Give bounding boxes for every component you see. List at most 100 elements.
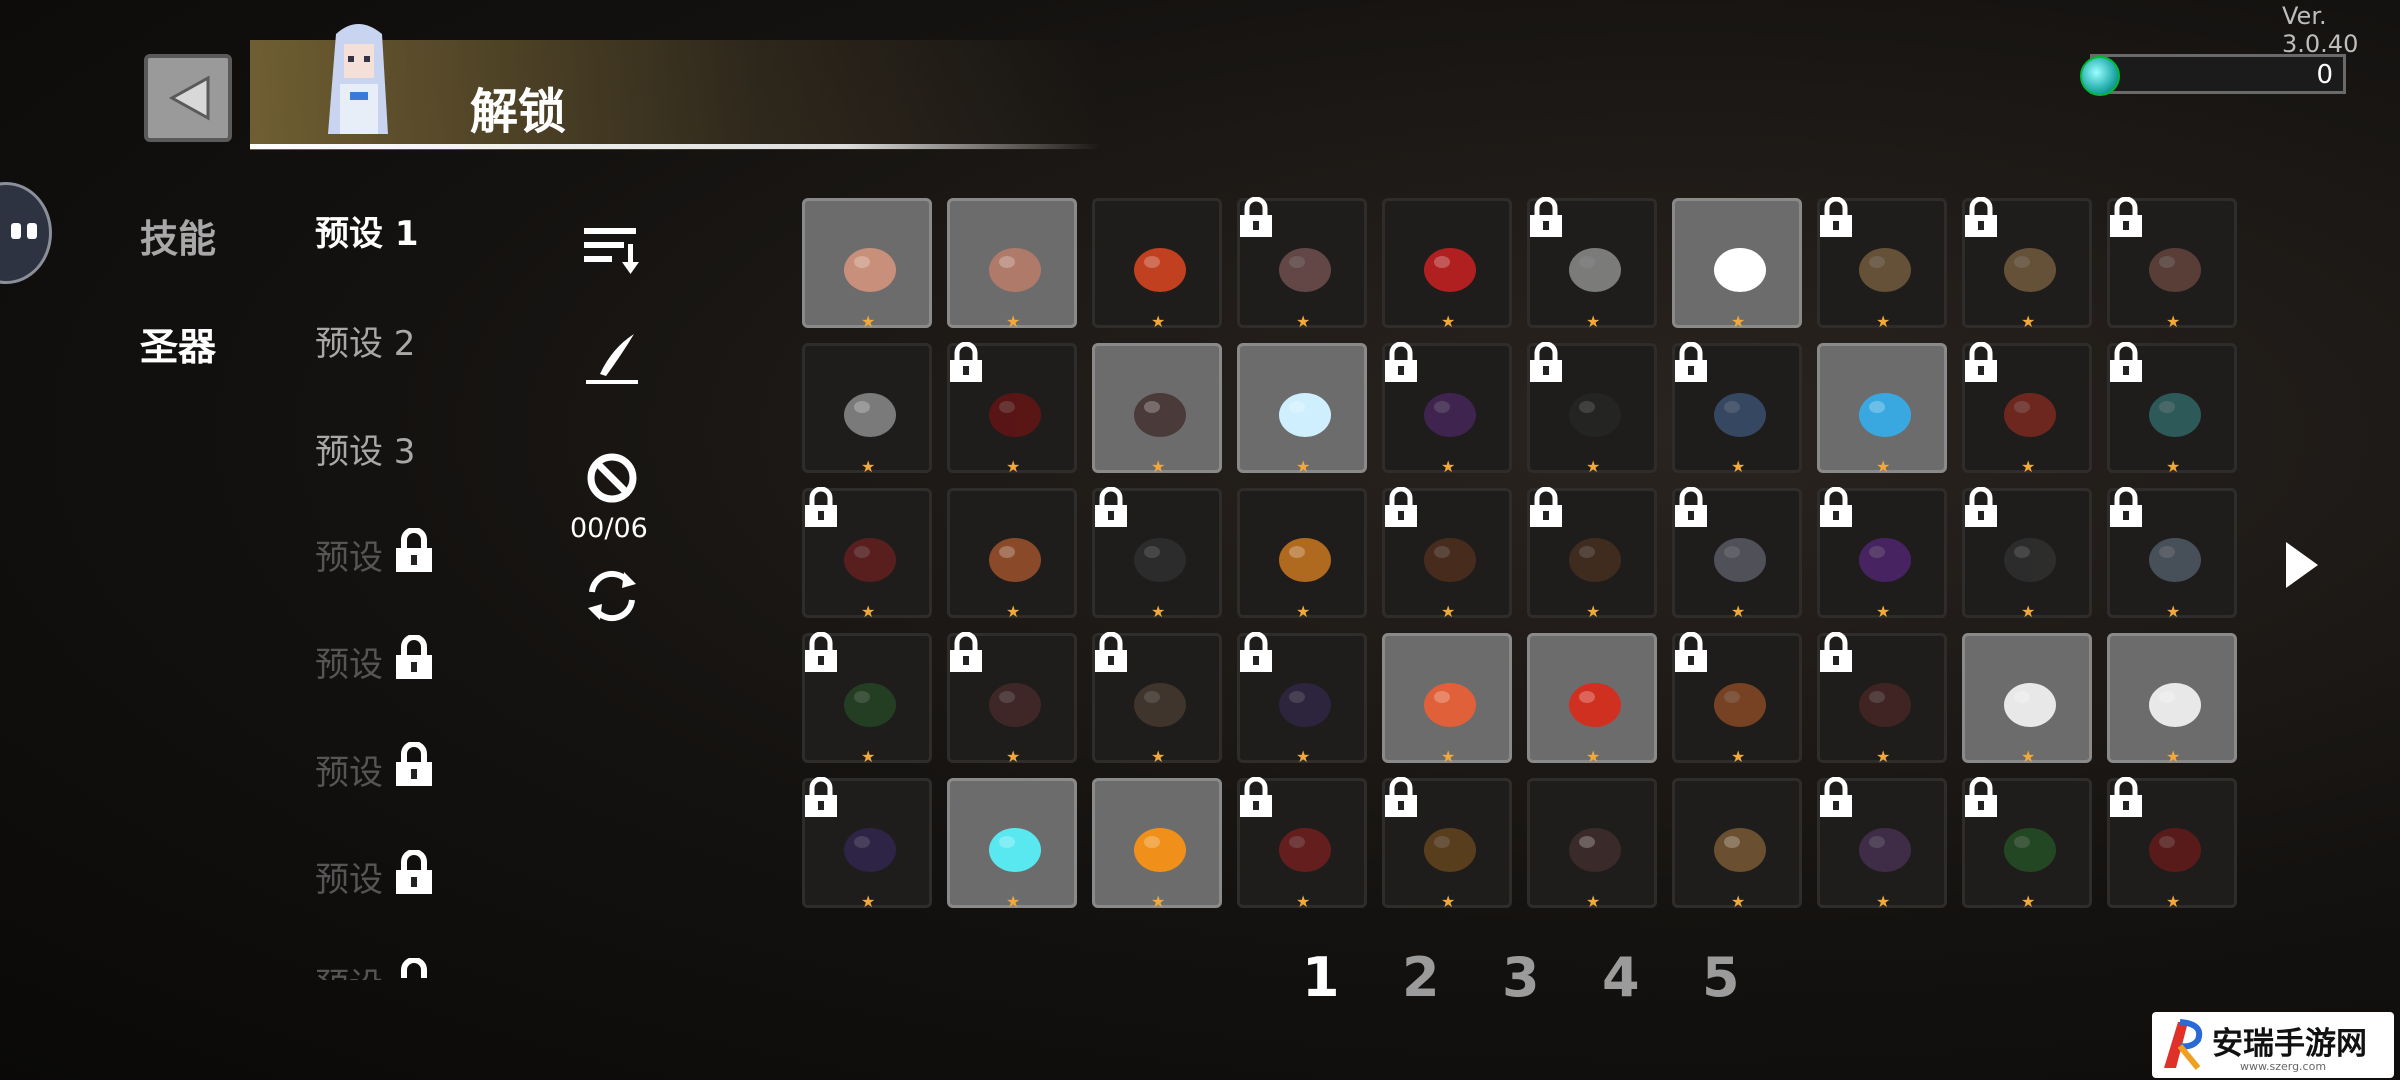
artifact-slot[interactable]: ★ — [1237, 343, 1367, 476]
artifact-slot[interactable]: ★ — [1962, 633, 2092, 766]
artifact-slot[interactable]: ★ — [1527, 633, 1657, 766]
artifact-slot[interactable]: ★ — [1962, 487, 2092, 621]
artifact-slot[interactable]: ★ — [947, 342, 1077, 476]
star-icon: ★ — [1441, 312, 1456, 331]
artifact-slot[interactable]: ★ — [1817, 777, 1947, 911]
artifact-slot[interactable]: ★ — [1527, 778, 1657, 911]
artifact-slot[interactable]: ★ — [1237, 197, 1367, 331]
tab-artifacts[interactable]: 圣器 — [140, 316, 216, 371]
artifact-slot[interactable]: ★ — [947, 632, 1077, 766]
artifact-slot[interactable]: ★ — [2107, 633, 2237, 766]
artifact-slot[interactable]: ★ — [947, 778, 1077, 911]
artifact-slot[interactable]: ★ — [1962, 342, 2092, 476]
artifact-slot[interactable]: ★ — [1092, 343, 1222, 476]
back-button[interactable] — [144, 54, 232, 142]
red-scarf-icon — [844, 538, 896, 582]
artifact-slot[interactable]: ★ — [2107, 487, 2237, 621]
star-icon: ★ — [1006, 747, 1021, 766]
page-2[interactable]: 2 — [1402, 946, 1440, 1009]
artifact-slot[interactable]: ★ — [1382, 342, 1512, 476]
artifact-slot[interactable]: ★ — [1962, 777, 2092, 911]
no-icon[interactable] — [586, 452, 638, 504]
artifact-slot[interactable]: ★ — [1382, 487, 1512, 621]
book-icon — [2004, 538, 2056, 582]
star-icon: ★ — [1876, 602, 1891, 621]
page-3[interactable]: 3 — [1502, 946, 1540, 1009]
star-icon: ★ — [1586, 747, 1601, 766]
star-icon: ★ — [1151, 892, 1166, 911]
artifact-slot[interactable]: ★ — [1527, 487, 1657, 621]
artifact-slot[interactable]: ★ — [1817, 487, 1947, 621]
artifact-slot[interactable]: ★ — [1382, 198, 1512, 331]
artifact-slot[interactable]: ★ — [1092, 632, 1222, 766]
artifact-slot[interactable]: ★ — [1382, 633, 1512, 766]
cookie-icon — [1424, 828, 1476, 872]
lock-icon — [1675, 342, 1707, 382]
artifact-slot[interactable]: ★ — [1237, 777, 1367, 911]
page-1[interactable]: 1 — [1302, 946, 1340, 1009]
orange-card-icon — [1714, 683, 1766, 727]
preset-1[interactable]: 预设 1 — [315, 206, 419, 255]
star-icon: ★ — [1876, 457, 1891, 476]
lock-icon — [1385, 342, 1417, 382]
star-icon: ★ — [1876, 312, 1891, 331]
side-menu-button[interactable] — [0, 182, 52, 284]
star-icon: ★ — [861, 312, 876, 331]
artifact-slot[interactable]: ★ — [1672, 487, 1802, 621]
artifact-slot[interactable]: ★ — [1237, 488, 1367, 621]
lock-icon — [1820, 197, 1852, 237]
artifact-slot[interactable]: ★ — [802, 198, 932, 331]
artifact-slot[interactable]: ★ — [1527, 342, 1657, 476]
page-4[interactable]: 4 — [1602, 946, 1640, 1009]
artifact-slot[interactable]: ★ — [1672, 198, 1802, 331]
artifact-slot[interactable]: ★ — [802, 487, 932, 621]
refresh-icon[interactable] — [582, 566, 642, 626]
artifact-slot[interactable]: ★ — [1092, 487, 1222, 621]
artifact-slot[interactable]: ★ — [1092, 198, 1222, 331]
artifact-slot[interactable]: ★ — [1672, 778, 1802, 911]
artifact-slot[interactable]: ★ — [2107, 197, 2237, 331]
preset-locked-5[interactable]: 预设 — [315, 637, 383, 686]
next-page-arrow-icon[interactable] — [2282, 540, 2322, 590]
clay-jar-icon — [989, 538, 1041, 582]
lock-icon — [950, 632, 982, 672]
quill-icon[interactable] — [582, 330, 642, 390]
pistol-icon — [989, 683, 1041, 727]
red-mushroom-icon — [2004, 393, 2056, 437]
artifact-slot[interactable]: ★ — [1817, 197, 1947, 331]
star-icon: ★ — [2021, 602, 2036, 621]
star-icon: ★ — [1296, 602, 1311, 621]
artifact-slot[interactable]: ★ — [2107, 342, 2237, 476]
artifact-slot[interactable]: ★ — [1527, 197, 1657, 331]
preset-locked-6[interactable]: 预设 — [315, 745, 383, 794]
artifact-slot[interactable]: ★ — [1817, 632, 1947, 766]
tab-skills[interactable]: 技能 — [140, 208, 216, 263]
preset-locked-4[interactable]: 预设 — [315, 530, 383, 579]
sort-icon[interactable] — [582, 218, 642, 278]
star-icon: ★ — [1296, 892, 1311, 911]
artifact-slot[interactable]: ★ — [802, 777, 932, 911]
artifact-slot[interactable]: ★ — [1237, 632, 1367, 766]
artifact-slot[interactable]: ★ — [802, 632, 932, 766]
star-icon: ★ — [2166, 312, 2181, 331]
page-5[interactable]: 5 — [1702, 946, 1740, 1009]
star-icon: ★ — [1151, 457, 1166, 476]
artifact-slot[interactable]: ★ — [1962, 197, 2092, 331]
artifact-slot[interactable]: ★ — [1382, 777, 1512, 911]
star-icon: ★ — [1586, 892, 1601, 911]
artifact-slot[interactable]: ★ — [2107, 777, 2237, 911]
artifact-slot[interactable]: ★ — [1672, 342, 1802, 476]
meat-icon — [2149, 248, 2201, 292]
artifact-slot[interactable]: ★ — [947, 198, 1077, 331]
header-underline — [250, 144, 1100, 149]
equipped-count: 00/06 — [570, 513, 648, 544]
artifact-slot[interactable]: ★ — [802, 343, 932, 476]
preset-locked-7[interactable]: 预设 — [315, 852, 383, 901]
artifact-slot[interactable]: ★ — [947, 488, 1077, 621]
preset-locked-8[interactable]: 预设 — [315, 958, 383, 980]
preset-3[interactable]: 预设 3 — [315, 424, 415, 473]
artifact-slot[interactable]: ★ — [1092, 778, 1222, 911]
artifact-slot[interactable]: ★ — [1817, 343, 1947, 476]
preset-2[interactable]: 预设 2 — [315, 316, 415, 365]
artifact-slot[interactable]: ★ — [1672, 632, 1802, 766]
